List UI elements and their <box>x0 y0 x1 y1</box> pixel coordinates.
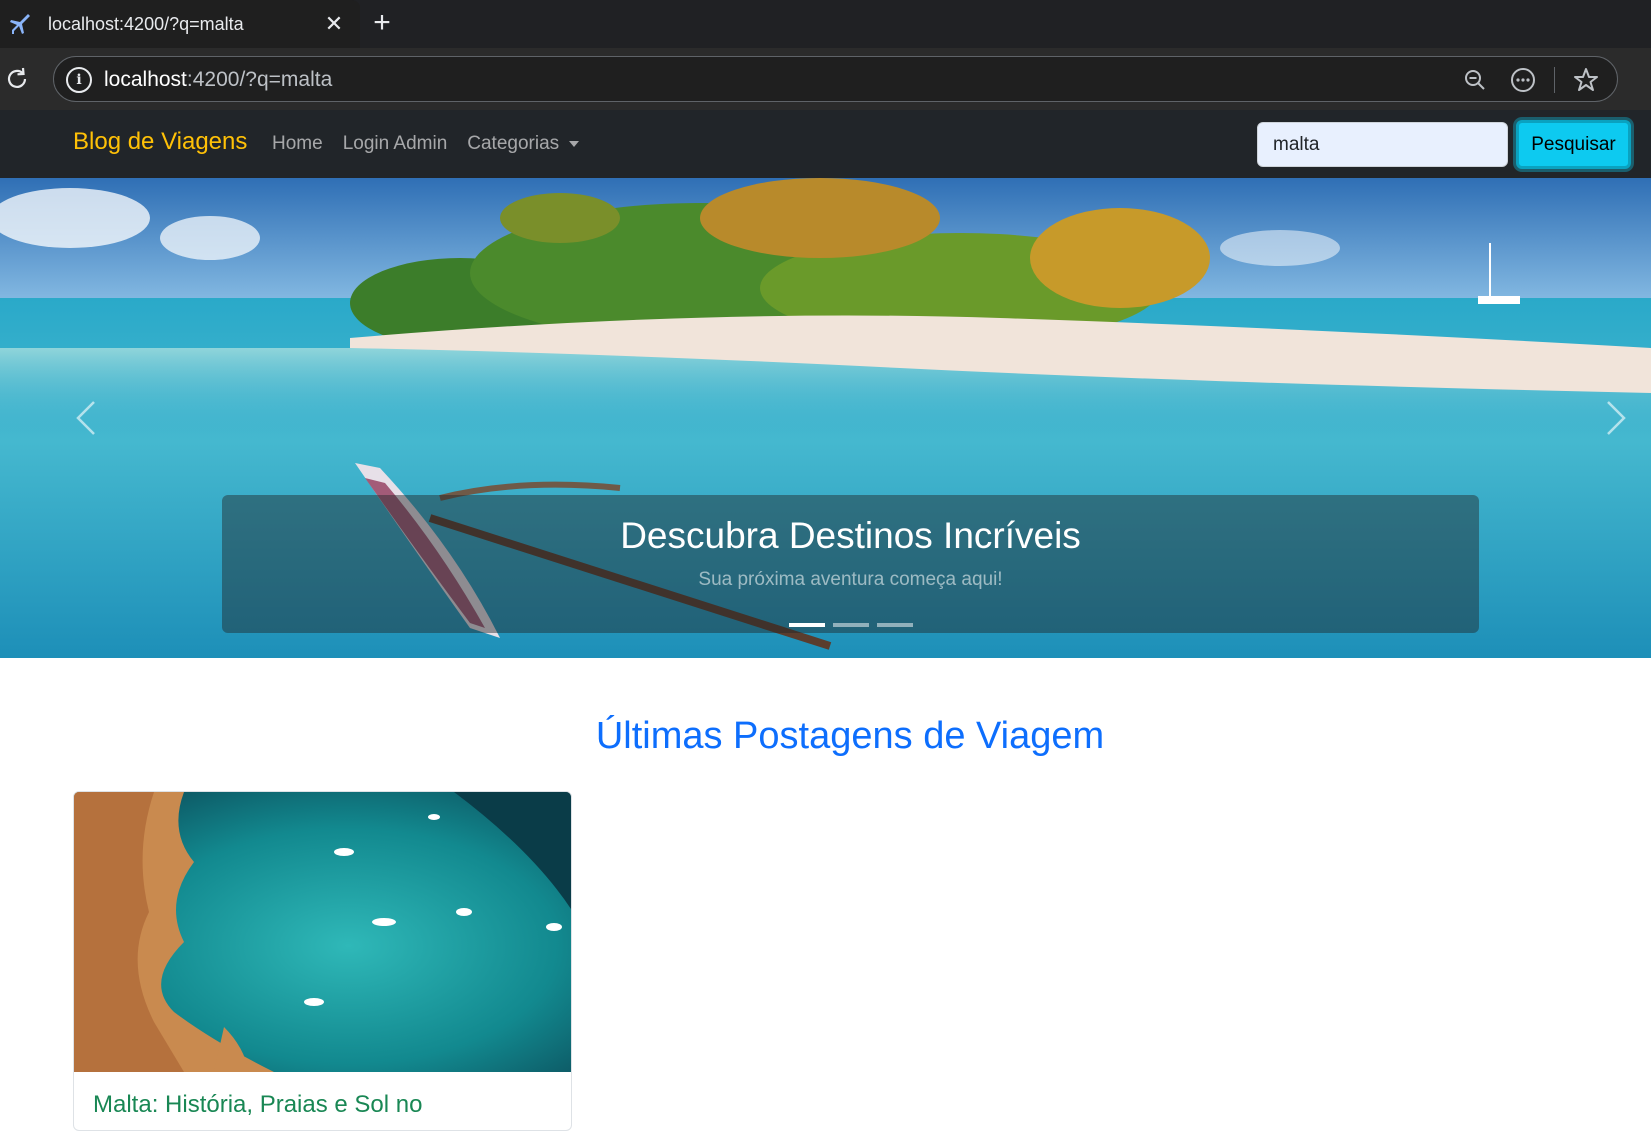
airplane-icon <box>8 11 34 37</box>
post-title[interactable]: Malta: História, Praias e Sol no <box>93 1091 422 1119</box>
carousel-prev-button[interactable] <box>56 378 116 458</box>
more-options-icon[interactable] <box>1506 63 1540 97</box>
nav-links: Home Login Admin Categorias <box>272 133 580 155</box>
search-input[interactable] <box>1257 122 1508 167</box>
star-icon[interactable] <box>1569 63 1603 97</box>
site-navbar: Blog de Viagens Home Login Admin Categor… <box>0 110 1651 178</box>
dropdown-label: Categorias <box>467 133 560 154</box>
carousel-subtitle: Sua próxima aventura começa aqui! <box>698 569 1003 590</box>
close-icon[interactable]: ✕ <box>320 10 348 38</box>
info-icon[interactable]: i <box>66 67 92 93</box>
plus-icon[interactable]: + <box>366 8 398 40</box>
browser-tab[interactable]: localhost:4200/?q=malta ✕ <box>0 0 360 48</box>
carousel-indicators <box>789 623 913 627</box>
nav-link-home[interactable]: Home <box>272 133 323 155</box>
address-bar-actions <box>1458 63 1603 97</box>
address-bar[interactable]: i localhost:4200/?q=malta <box>53 56 1618 102</box>
post-card[interactable]: Malta: História, Praias e Sol no <box>73 791 572 1131</box>
zoom-out-icon[interactable] <box>1458 63 1492 97</box>
url-host: localhost <box>104 68 187 91</box>
carousel-caption: Descubra Destinos Incríveis Sua próxima … <box>222 495 1479 633</box>
carousel-indicator[interactable] <box>833 623 869 627</box>
caret-down-icon <box>569 140 580 147</box>
section-title: Últimas Postagens de Viagem <box>595 715 1105 757</box>
hero-carousel: Descubra Destinos Incríveis Sua próxima … <box>0 178 1651 658</box>
url-text[interactable]: localhost:4200/?q=malta <box>104 68 332 92</box>
search-button[interactable]: Pesquisar <box>1516 120 1631 169</box>
carousel-indicator[interactable] <box>789 623 825 627</box>
divider <box>1554 67 1555 93</box>
reload-icon[interactable] <box>0 62 34 96</box>
browser-tab-bar: localhost:4200/?q=malta ✕ + <box>0 0 1651 48</box>
url-path: :4200/?q=malta <box>186 68 333 91</box>
carousel-title: Descubra Destinos Incríveis <box>620 515 1081 556</box>
carousel-indicator[interactable] <box>877 623 913 627</box>
nav-dropdown-categorias[interactable]: Categorias <box>467 133 580 155</box>
tab-title: localhost:4200/?q=malta <box>48 13 244 34</box>
carousel-next-button[interactable] <box>1586 378 1646 458</box>
post-image <box>74 792 571 1072</box>
brand-link[interactable]: Blog de Viagens <box>73 128 247 156</box>
nav-link-login-admin[interactable]: Login Admin <box>343 133 448 155</box>
browser-toolbar: i localhost:4200/?q=malta <box>0 48 1651 110</box>
